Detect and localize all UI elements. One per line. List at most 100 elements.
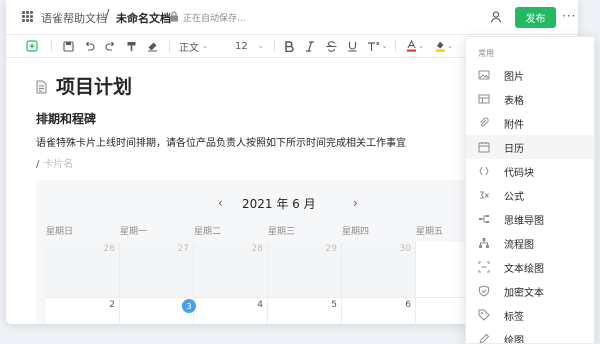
breadcrumb-doc-name[interactable]: 未命名文档 (116, 10, 171, 26)
weekday-label: 星期五 (416, 227, 444, 237)
undo-icon[interactable] (82, 38, 96, 54)
more-icon[interactable]: ··· (562, 9, 576, 23)
clear-format-icon[interactable] (145, 38, 159, 54)
superscript-menu[interactable]: ⌄ (366, 38, 388, 54)
chevron-down-icon: ⌄ (202, 42, 208, 50)
highlight-color-menu[interactable]: ⌄ (433, 38, 455, 54)
font-size-value: 12 (235, 40, 248, 52)
font-size-select[interactable]: 12 ⌄ (235, 38, 269, 54)
calendar-day-cell[interactable]: 28 (194, 242, 268, 298)
menu-item-label: 表格 (504, 96, 524, 107)
save-status: 正在自动保存... (183, 14, 246, 24)
formula-icon (480, 191, 489, 199)
menu-section-heading: 常用 (478, 49, 494, 58)
chevron-down-icon: ⌄ (381, 42, 388, 50)
calendar-day-cell[interactable]: 30 (342, 242, 416, 298)
flowchart-icon (479, 238, 489, 248)
day-number: 2 (109, 300, 115, 310)
redo-icon[interactable] (103, 38, 117, 54)
menu-item-drawing[interactable]: 绘图 (466, 327, 594, 344)
calendar-day-cell[interactable]: 3 (120, 298, 196, 324)
text-drawing-icon (478, 261, 490, 273)
chevron-down-icon: ⌄ (447, 42, 453, 50)
toolbar-divider (274, 40, 275, 52)
document-icon (36, 80, 47, 94)
app-grid-icon[interactable] (22, 11, 33, 22)
collaborator-icon[interactable] (489, 10, 503, 24)
calendar-day-cell[interactable]: 29 (268, 242, 342, 298)
table-icon (478, 94, 490, 104)
menu-item-flowchart[interactable]: 流程图 (466, 231, 594, 255)
font-color-menu[interactable]: ⌄ (404, 38, 426, 54)
menu-item-label: 代码块 (504, 168, 534, 179)
menu-item-label: 日历 (504, 144, 524, 155)
breadcrumb-space[interactable]: 语雀帮助文档 (41, 10, 107, 26)
day-number: 6 (405, 300, 411, 310)
calendar-day-cell[interactable]: 27 (120, 242, 194, 298)
image-icon (478, 70, 490, 80)
breadcrumb-separator: / (105, 8, 110, 23)
menu-item-label: 附件 (504, 120, 524, 131)
menu-item-label: 绘图 (504, 336, 524, 344)
calendar-day-cell[interactable]: 2 (46, 298, 120, 324)
menu-item-label: 流程图 (504, 240, 534, 251)
insert-menu: 常用 图片 表格 附件 日历 代码块 公式 思维导图 流程图 文本绘图 加密文本 (465, 36, 595, 344)
menu-item-label: 公式 (504, 192, 524, 203)
slash-command: / (36, 159, 40, 170)
day-number: 5 (331, 300, 337, 310)
tag-icon (478, 309, 490, 321)
weekday-label: 星期一 (120, 227, 148, 237)
menu-item-tag[interactable]: 标签 (466, 303, 594, 327)
menu-item-label: 标签 (504, 312, 524, 323)
menu-item-formula[interactable]: 公式 (466, 183, 594, 207)
body-paragraph[interactable]: 语雀特殊卡片上线时间排期，请各位产品负责人按照如下所示时间完成相关工作事宜 (36, 134, 406, 149)
menu-item-text-drawing[interactable]: 文本绘图 (466, 255, 594, 279)
lock-icon (170, 11, 178, 22)
prev-month-icon[interactable]: ‹ (218, 196, 223, 210)
menu-item-label: 思维导图 (504, 216, 544, 227)
editor-header: 语雀帮助文档 / 未命名文档 正在自动保存... 发布 ··· (6, 0, 578, 35)
calendar-day-cell[interactable]: 4 (194, 298, 268, 324)
card-name-input[interactable]: / 卡片名 (36, 155, 73, 170)
toolbar-divider (169, 40, 170, 52)
weekday-label: 星期三 (268, 227, 296, 237)
calendar-day-cell[interactable]: 5 (268, 298, 342, 324)
menu-item-encrypted-text[interactable]: 加密文本 (466, 279, 594, 303)
menu-item-table[interactable]: 表格 (466, 87, 594, 111)
strikethrough-icon[interactable] (324, 38, 338, 54)
menu-item-code-block[interactable]: 代码块 (466, 159, 594, 183)
calendar-day-cell[interactable]: 26 (46, 242, 120, 298)
section-heading[interactable]: 排期和程碑 (36, 110, 96, 127)
publish-button[interactable]: 发布 (515, 7, 556, 28)
calendar-grid: 26 27 28 29 30 1 2 3 4 5 6 7 (46, 242, 476, 324)
chevron-down-icon: ⌄ (257, 42, 264, 50)
calendar-day-cell[interactable]: 6 (342, 298, 416, 324)
menu-item-image[interactable]: 图片 (466, 63, 594, 87)
italic-icon[interactable] (303, 38, 317, 54)
save-icon[interactable] (61, 38, 75, 54)
weekday-label: 星期日 (46, 227, 74, 237)
calendar-icon (478, 142, 490, 153)
underline-icon[interactable] (345, 38, 359, 54)
menu-item-attachment[interactable]: 附件 (466, 111, 594, 135)
insert-card-icon[interactable] (24, 38, 40, 54)
toolbar-divider (395, 40, 396, 52)
menu-item-label: 文本绘图 (504, 264, 544, 275)
day-number: 4 (257, 300, 263, 310)
code-icon (479, 166, 489, 176)
toolbar-divider (51, 40, 52, 52)
bold-icon[interactable] (282, 38, 296, 54)
paragraph-style-select[interactable]: 正文 ⌄ (179, 38, 219, 54)
encrypted-text-icon (479, 285, 489, 297)
calendar-month-title: 2021 年 6 月 (242, 197, 316, 211)
drawing-icon (479, 333, 490, 343)
mindmap-icon (479, 215, 489, 223)
chevron-down-icon: ⌄ (418, 42, 424, 50)
menu-item-calendar[interactable]: 日历 (466, 135, 594, 159)
day-number: 30 (399, 244, 411, 254)
doc-title[interactable]: 项目计划 (56, 72, 132, 99)
menu-item-mindmap[interactable]: 思维导图 (466, 207, 594, 231)
next-month-icon[interactable]: › (353, 196, 358, 210)
format-painter-icon[interactable] (124, 38, 138, 54)
day-number: 29 (325, 244, 337, 254)
